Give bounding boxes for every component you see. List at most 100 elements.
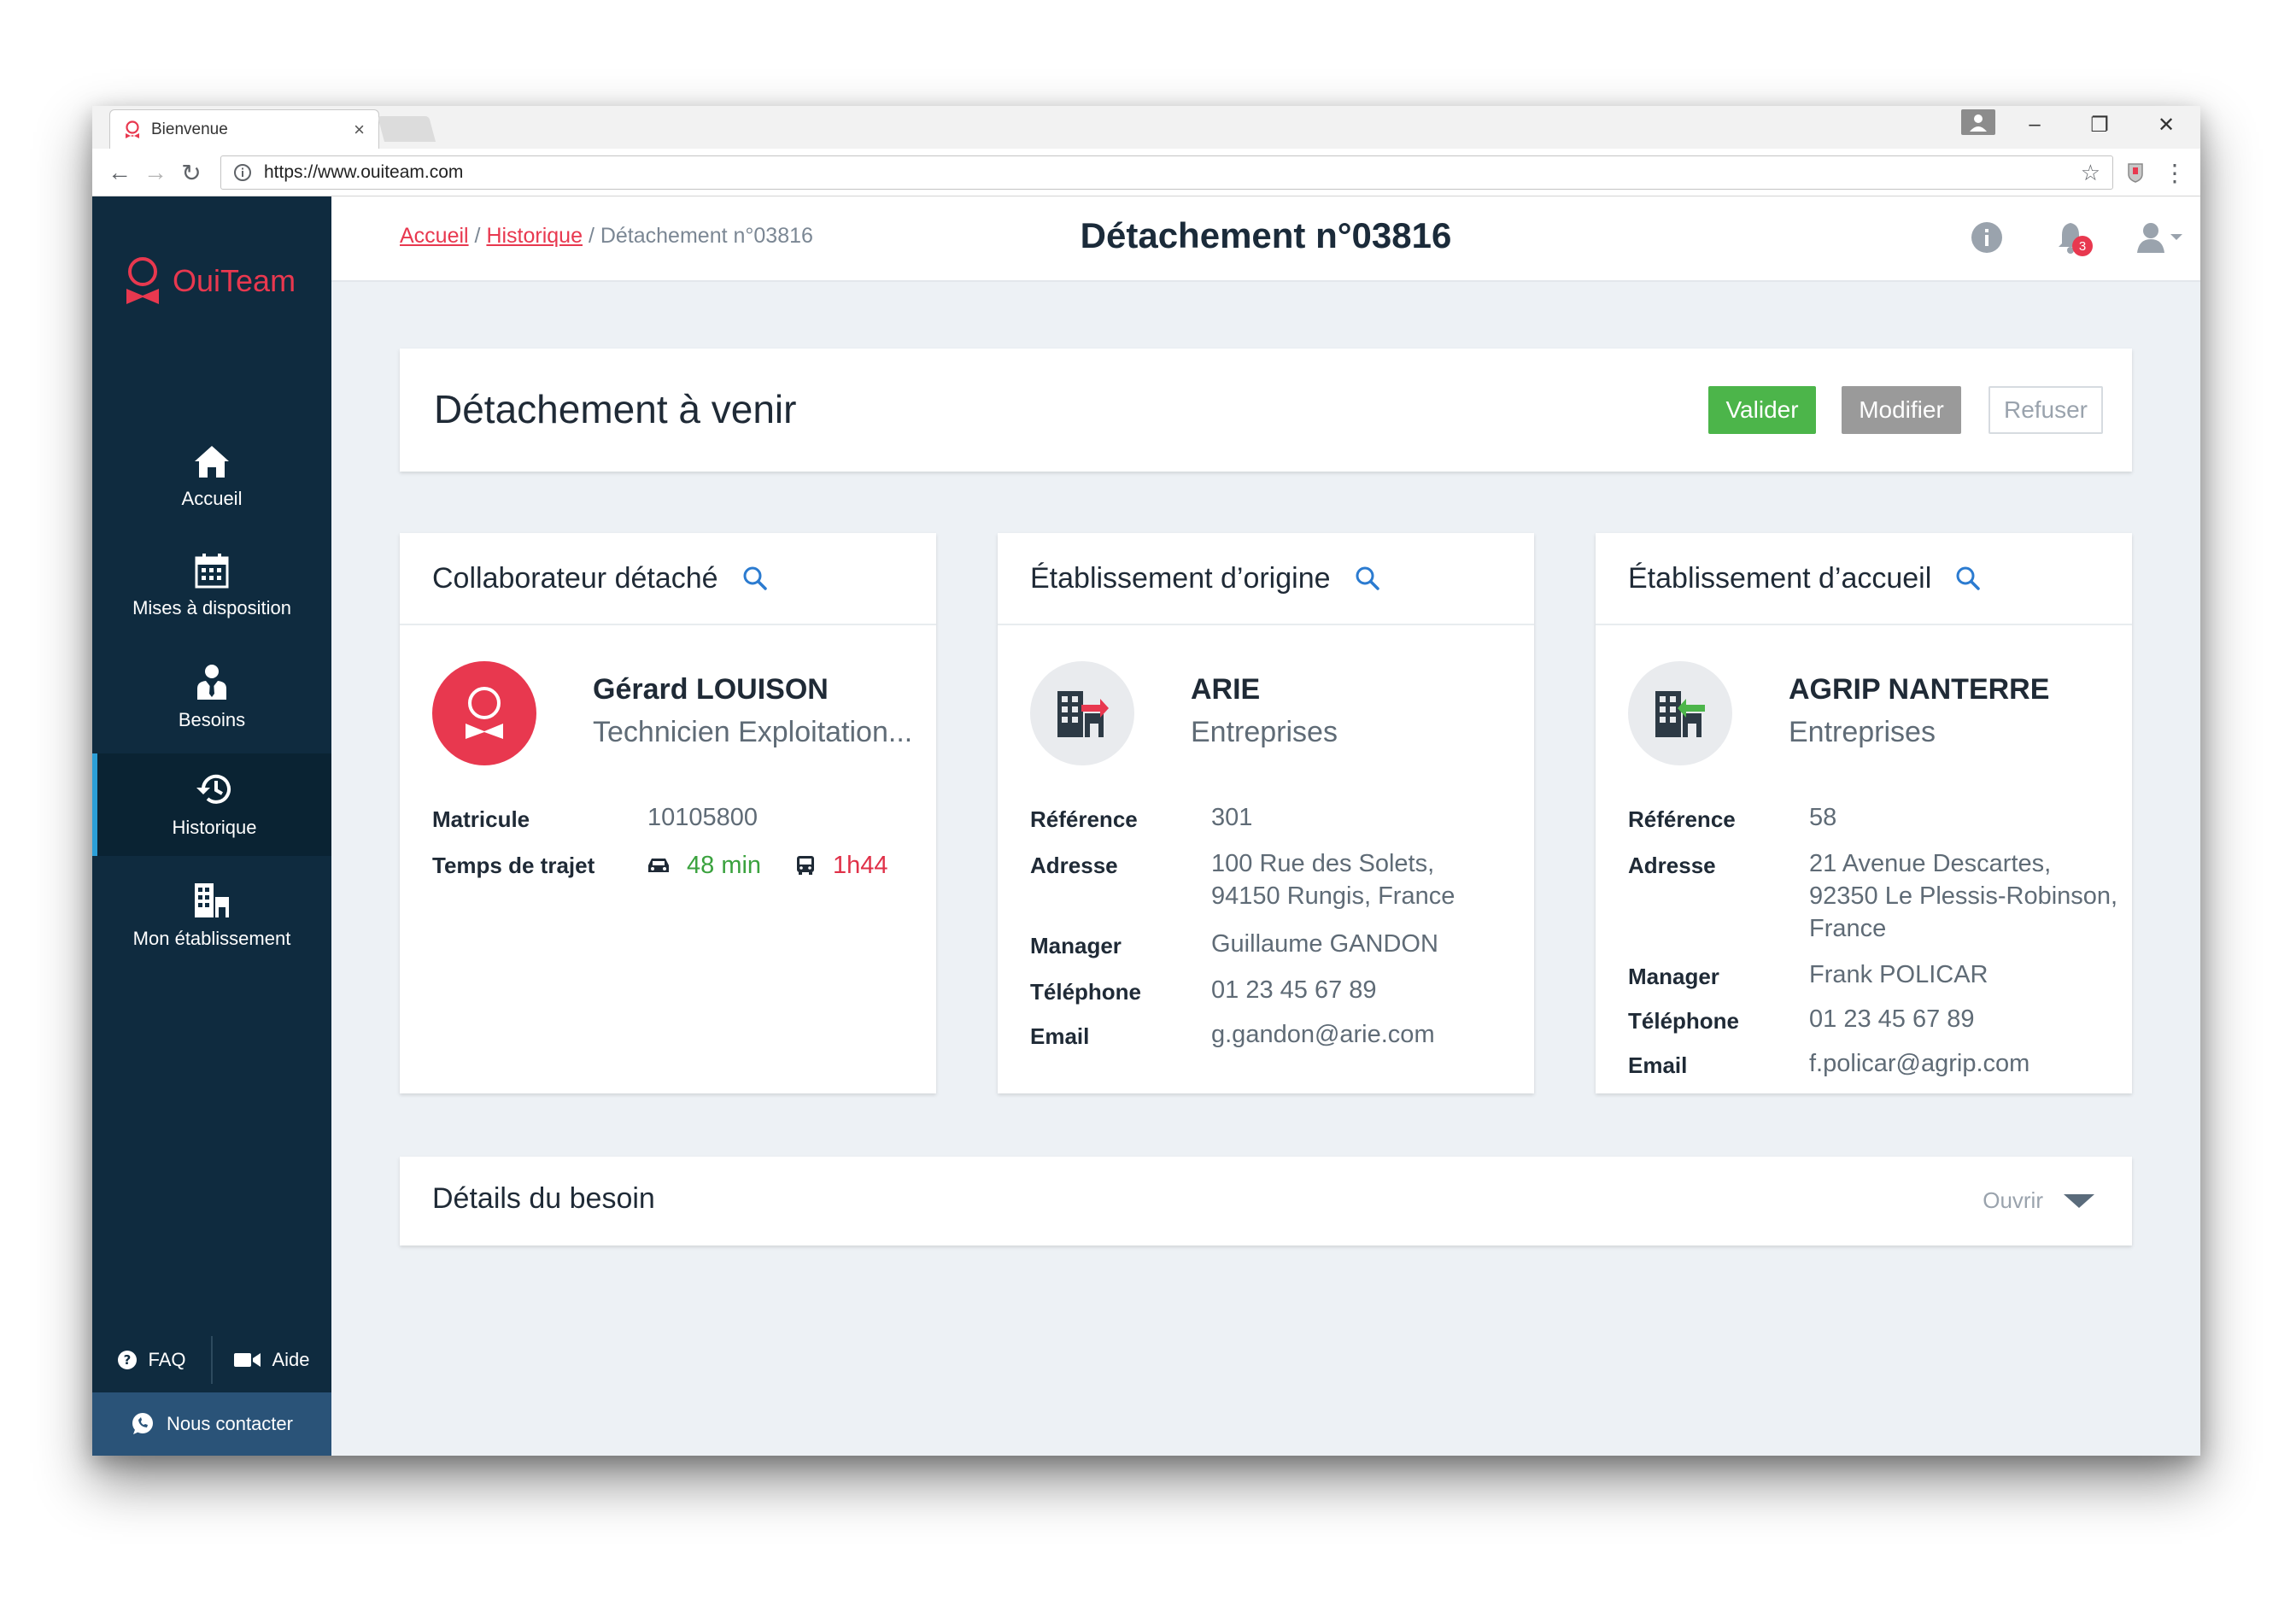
topbar: Accueil / Historique / Détachement n°038…	[331, 196, 2200, 282]
building-enter-icon	[1655, 691, 1705, 737]
collaborator-card-header: Collaborateur détaché	[400, 533, 936, 625]
url-bar[interactable]: https://www.ouiteam.com ☆	[220, 155, 2113, 190]
bookmark-star-icon[interactable]: ☆	[2081, 160, 2100, 186]
collaborator-name: Gérard LOUISON	[593, 673, 829, 706]
chat-bubble-icon	[132, 1413, 154, 1434]
travel-time-label: Temps de trajet	[432, 853, 595, 878]
svg-text:?: ?	[124, 1352, 132, 1368]
host-card-header: Établissement d’accueil	[1596, 533, 2132, 625]
validate-button[interactable]: Valider	[1708, 386, 1816, 434]
ouiteam-logo-icon	[126, 257, 159, 304]
need-details-title: Détails du besoin	[432, 1182, 655, 1215]
browser-tab[interactable]: Bienvenue ×	[109, 109, 379, 149]
host-card-title: Établissement d’accueil	[1628, 561, 1932, 595]
origin-establishment-card: Établissement d’origine ARIE Entreprises…	[998, 533, 1534, 1093]
reference-value: 58	[1809, 804, 1837, 831]
close-window-button[interactable]: ✕	[2134, 106, 2199, 144]
modify-button[interactable]: Modifier	[1842, 386, 1961, 434]
app: OuiTeam Accueil Mises à disposition Beso…	[92, 196, 2200, 1456]
manager-value: Frank POLICAR	[1809, 961, 1988, 988]
address-line: 92350 Le Plessis-Robinson,	[1809, 882, 2118, 910]
ouiteam-favicon-icon	[126, 120, 139, 138]
phone-label: Téléphone	[1030, 979, 1142, 1005]
faq-link[interactable]: ? FAQ	[92, 1336, 211, 1384]
address-line: 94150 Rungis, France	[1211, 882, 1456, 910]
search-icon[interactable]	[1355, 566, 1380, 591]
extension-icon[interactable]	[2120, 157, 2151, 188]
reference-label: Référence	[1030, 806, 1138, 832]
matricule-label: Matricule	[432, 806, 530, 832]
transit-travel-time: 1h44	[833, 852, 888, 879]
logo[interactable]: OuiTeam	[125, 256, 296, 306]
new-tab-button[interactable]	[377, 116, 436, 142]
collaborator-role: Technicien Exploitation...	[593, 716, 913, 748]
tab-title: Bienvenue	[151, 120, 228, 138]
browser-profile-icon[interactable]	[1961, 109, 1995, 135]
user-menu-button[interactable]	[2132, 219, 2187, 256]
manager-value: Guillaume GANDON	[1211, 930, 1438, 958]
matricule-value: 10105800	[647, 804, 758, 831]
sidebar-item-accueil[interactable]: Accueil	[92, 425, 331, 528]
minimize-button[interactable]: –	[2002, 106, 2067, 144]
home-icon	[195, 446, 229, 478]
phone-label: Téléphone	[1628, 1008, 1740, 1034]
help-label: Aide	[272, 1349, 310, 1370]
sidebar: OuiTeam Accueil Mises à disposition Beso…	[92, 196, 331, 1456]
forward-arrow-icon[interactable]: →	[140, 157, 171, 188]
search-icon[interactable]	[1955, 566, 1981, 591]
info-circle-icon[interactable]	[1968, 219, 2006, 256]
sidebar-item-mises-a-disposition[interactable]: Mises à disposition	[92, 535, 331, 637]
help-link[interactable]: Aide	[213, 1336, 331, 1384]
origin-card-title: Établissement d’origine	[1030, 561, 1331, 595]
car-icon	[648, 859, 669, 872]
reference-value: 301	[1211, 804, 1253, 831]
browser-menu-icon[interactable]: ⋮	[2159, 157, 2190, 188]
notification-bell-icon[interactable]: 3	[2053, 219, 2093, 256]
origin-name: ARIE	[1191, 673, 1261, 706]
calendar-icon	[195, 554, 229, 589]
building-icon	[195, 883, 229, 917]
sidebar-item-mon-etablissement[interactable]: Mon établissement	[92, 865, 331, 967]
faq-label: FAQ	[148, 1349, 186, 1370]
contact-button[interactable]: Nous contacter	[92, 1392, 331, 1456]
status-card: Détachement à venir Valider Modifier Ref…	[400, 349, 2132, 472]
contact-label: Nous contacter	[167, 1413, 293, 1434]
need-details-panel[interactable]: Détails du besoin Ouvrir	[400, 1157, 2132, 1246]
address-line: France	[1809, 915, 1887, 942]
sidebar-item-label: Historique	[172, 817, 257, 838]
back-arrow-icon[interactable]: ←	[104, 157, 135, 188]
reload-icon[interactable]: ↻	[176, 157, 207, 188]
chevron-down-icon[interactable]	[2064, 1194, 2094, 1208]
manager-label: Manager	[1030, 933, 1122, 958]
origin-type: Entreprises	[1191, 716, 1338, 748]
host-type: Entreprises	[1789, 716, 1936, 748]
reference-label: Référence	[1628, 806, 1736, 832]
sidebar-item-besoins[interactable]: Besoins	[92, 646, 331, 748]
collaborator-card: Collaborateur détaché Gérard LOUISON Tec…	[400, 533, 936, 1093]
notification-badge: 3	[2072, 236, 2093, 256]
url-text: https://www.ouiteam.com	[264, 162, 464, 182]
phone-value: 01 23 45 67 89	[1809, 1005, 1975, 1033]
question-circle-icon: ?	[118, 1351, 138, 1369]
sidebar-item-label: Accueil	[181, 488, 243, 509]
car-travel-time: 48 min	[687, 852, 762, 879]
sidebar-item-label: Besoins	[178, 709, 246, 730]
search-icon[interactable]	[742, 566, 768, 591]
open-toggle-label[interactable]: Ouvrir	[1983, 1187, 2043, 1214]
email-label: Email	[1030, 1023, 1090, 1049]
restore-button[interactable]: ❐	[2067, 106, 2132, 144]
browser-window: Bienvenue × – ❐ ✕ ← → ↻ https://www.ouit…	[92, 106, 2200, 1456]
phone-value: 01 23 45 67 89	[1211, 976, 1377, 1004]
tab-close-icon[interactable]: ×	[354, 119, 365, 141]
address-value: 21 Avenue Descartes, 92350 Le Plessis-Ro…	[1809, 847, 2117, 945]
email-value[interactable]: f.policar@agrip.com	[1809, 1047, 2030, 1080]
email-value[interactable]: g.gandon@arie.com	[1211, 1018, 1435, 1051]
ouiteam-logo-icon	[466, 687, 503, 739]
sidebar-footer: ? FAQ Aide Nous contacter	[92, 1328, 331, 1456]
tab-strip: Bienvenue × – ❐ ✕	[92, 106, 2200, 149]
refuse-button[interactable]: Refuser	[1988, 386, 2103, 434]
status-title: Détachement à venir	[434, 387, 797, 431]
travel-times: 48 min 1h44	[647, 849, 888, 882]
sidebar-item-historique[interactable]: Historique	[92, 753, 331, 856]
address-bar-row: ← → ↻ https://www.ouiteam.com ☆ ⋮	[92, 149, 2200, 196]
